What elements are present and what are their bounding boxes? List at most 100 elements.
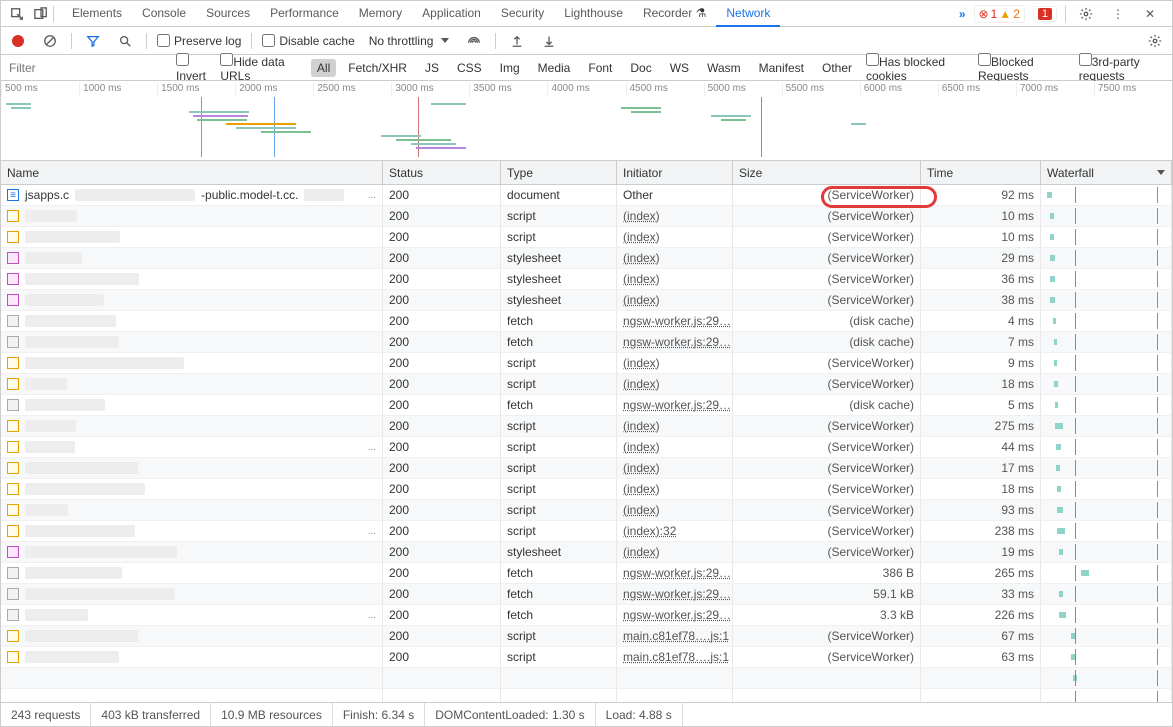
- table-row[interactable]: 200script(index)(ServiceWorker)275 ms: [1, 416, 1172, 437]
- initiator-link[interactable]: (index): [623, 209, 660, 223]
- settings-gear-icon[interactable]: [1074, 2, 1098, 26]
- tab-performance[interactable]: Performance: [260, 1, 349, 27]
- table-row[interactable]: 200stylesheet(index)(ServiceWorker)38 ms: [1, 290, 1172, 311]
- invert-checkbox[interactable]: Invert: [176, 53, 212, 83]
- initiator-link[interactable]: ngsw-worker.js:29…: [623, 608, 731, 622]
- table-row[interactable]: 200fetchngsw-worker.js:29…(disk cache)4 …: [1, 311, 1172, 332]
- table-row[interactable]: [1, 689, 1172, 702]
- table-row[interactable]: 200script(index)(ServiceWorker)9 ms: [1, 353, 1172, 374]
- table-row[interactable]: 200script(index)(ServiceWorker)17 ms: [1, 458, 1172, 479]
- table-row[interactable]: 200fetchngsw-worker.js:29…386 B265 ms: [1, 563, 1172, 584]
- blocked-requests-checkbox[interactable]: Blocked Requests: [978, 53, 1071, 83]
- export-har-icon[interactable]: [538, 30, 560, 52]
- timeline-overview[interactable]: 500 ms1000 ms1500 ms2000 ms2500 ms3000 m…: [1, 81, 1172, 161]
- initiator-link[interactable]: (index): [623, 440, 660, 454]
- column-initiator[interactable]: Initiator: [617, 161, 733, 184]
- table-row[interactable]: 200stylesheet(index)(ServiceWorker)29 ms: [1, 248, 1172, 269]
- initiator-link[interactable]: (index): [623, 461, 660, 475]
- type-chip-manifest[interactable]: Manifest: [753, 59, 810, 77]
- initiator-link[interactable]: (index): [623, 419, 660, 433]
- table-row[interactable]: 200fetchngsw-worker.js:29…(disk cache)7 …: [1, 332, 1172, 353]
- tab-security[interactable]: Security: [491, 1, 554, 27]
- initiator-link[interactable]: (index): [623, 545, 660, 559]
- initiator-link[interactable]: main.c81ef78….js:1: [623, 650, 729, 664]
- import-har-icon[interactable]: [506, 30, 528, 52]
- column-status[interactable]: Status: [383, 161, 501, 184]
- tab-console[interactable]: Console: [132, 1, 196, 27]
- table-row[interactable]: 200scriptmain.c81ef78….js:1(ServiceWorke…: [1, 647, 1172, 668]
- type-chip-doc[interactable]: Doc: [624, 59, 657, 77]
- table-row[interactable]: 200script(index)(ServiceWorker)10 ms: [1, 206, 1172, 227]
- table-row[interactable]: ≡jsapps.c-public.model-t.cc....200docume…: [1, 185, 1172, 206]
- tab-recorder[interactable]: Recorder ⚗: [633, 1, 716, 27]
- column-size[interactable]: Size: [733, 161, 921, 184]
- search-icon[interactable]: [114, 30, 136, 52]
- device-toolbar-icon[interactable]: [29, 2, 53, 26]
- type-chip-other[interactable]: Other: [816, 59, 858, 77]
- column-name[interactable]: Name: [1, 161, 383, 184]
- initiator-link[interactable]: (index): [623, 482, 660, 496]
- initiator-link[interactable]: main.c81ef78….js:1: [623, 629, 729, 643]
- table-row[interactable]: 200fetchngsw-worker.js:29…59.1 kB33 ms: [1, 584, 1172, 605]
- initiator-link[interactable]: ngsw-worker.js:29…: [623, 587, 731, 601]
- type-chip-ws[interactable]: WS: [664, 59, 695, 77]
- table-row[interactable]: 200scriptmain.c81ef78….js:1(ServiceWorke…: [1, 626, 1172, 647]
- hide-data-urls-checkbox[interactable]: Hide data URLs: [220, 53, 303, 83]
- error-warning-badge[interactable]: ⊗1 ▲2: [974, 5, 1025, 23]
- table-row[interactable]: ...200script(index)(ServiceWorker)44 ms: [1, 437, 1172, 458]
- blocked-cookies-checkbox[interactable]: Has blocked cookies: [866, 53, 970, 83]
- initiator-link[interactable]: ngsw-worker.js:29…: [623, 566, 731, 580]
- initiator-link[interactable]: (index): [623, 272, 660, 286]
- tab-lighthouse[interactable]: Lighthouse: [554, 1, 633, 27]
- clear-button[interactable]: [39, 30, 61, 52]
- tab-application[interactable]: Application: [412, 1, 491, 27]
- network-settings-gear-icon[interactable]: [1144, 30, 1166, 52]
- type-chip-wasm[interactable]: Wasm: [701, 59, 747, 77]
- tab-network[interactable]: Network: [716, 1, 780, 27]
- type-chip-css[interactable]: CSS: [451, 59, 488, 77]
- filter-toggle-icon[interactable]: [82, 30, 104, 52]
- table-row[interactable]: 200fetchngsw-worker.js:29…(disk cache)5 …: [1, 395, 1172, 416]
- initiator-link[interactable]: (index): [623, 377, 660, 391]
- kebab-menu-icon[interactable]: ⋮: [1106, 2, 1130, 26]
- table-row[interactable]: 200stylesheet(index)(ServiceWorker)36 ms: [1, 269, 1172, 290]
- table-row[interactable]: ...200fetchngsw-worker.js:29…3.3 kB226 m…: [1, 605, 1172, 626]
- table-row[interactable]: 200script(index)(ServiceWorker)18 ms: [1, 374, 1172, 395]
- type-chip-media[interactable]: Media: [532, 59, 577, 77]
- filter-input[interactable]: [5, 58, 168, 78]
- record-button[interactable]: [7, 30, 29, 52]
- network-conditions-icon[interactable]: [463, 30, 485, 52]
- initiator-link[interactable]: (index): [623, 503, 660, 517]
- table-row[interactable]: [1, 668, 1172, 689]
- column-type[interactable]: Type: [501, 161, 617, 184]
- disable-cache-checkbox[interactable]: Disable cache: [262, 34, 354, 48]
- type-chip-js[interactable]: JS: [419, 59, 445, 77]
- inspect-element-icon[interactable]: [5, 2, 29, 26]
- initiator-link[interactable]: (index): [623, 293, 660, 307]
- initiator-link[interactable]: (index): [623, 251, 660, 265]
- type-chip-fetch-xhr[interactable]: Fetch/XHR: [342, 59, 413, 77]
- table-row[interactable]: ...200script(index):32(ServiceWorker)238…: [1, 521, 1172, 542]
- initiator-link[interactable]: ngsw-worker.js:29…: [623, 398, 731, 412]
- table-row[interactable]: 200stylesheet(index)(ServiceWorker)19 ms: [1, 542, 1172, 563]
- initiator-link[interactable]: (index): [623, 356, 660, 370]
- initiator-link[interactable]: ngsw-worker.js:29…: [623, 335, 731, 349]
- type-chip-img[interactable]: Img: [494, 59, 526, 77]
- initiator-link[interactable]: ngsw-worker.js:29…: [623, 314, 731, 328]
- tab-elements[interactable]: Elements: [62, 1, 132, 27]
- type-chip-all[interactable]: All: [311, 59, 336, 77]
- table-row[interactable]: 200script(index)(ServiceWorker)10 ms: [1, 227, 1172, 248]
- issues-badge[interactable]: 1: [1033, 6, 1057, 22]
- type-chip-font[interactable]: Font: [582, 59, 618, 77]
- third-party-checkbox[interactable]: 3rd-party requests: [1079, 53, 1172, 83]
- close-devtools-icon[interactable]: ✕: [1138, 2, 1162, 26]
- column-waterfall[interactable]: Waterfall: [1041, 161, 1172, 184]
- initiator-link[interactable]: (index):32: [623, 524, 676, 538]
- table-row[interactable]: 200script(index)(ServiceWorker)93 ms: [1, 500, 1172, 521]
- initiator-link[interactable]: (index): [623, 230, 660, 244]
- column-time[interactable]: Time: [921, 161, 1041, 184]
- more-tabs-icon[interactable]: »: [951, 7, 974, 21]
- tab-sources[interactable]: Sources: [196, 1, 260, 27]
- tab-memory[interactable]: Memory: [349, 1, 412, 27]
- throttling-select[interactable]: No throttling: [365, 34, 454, 48]
